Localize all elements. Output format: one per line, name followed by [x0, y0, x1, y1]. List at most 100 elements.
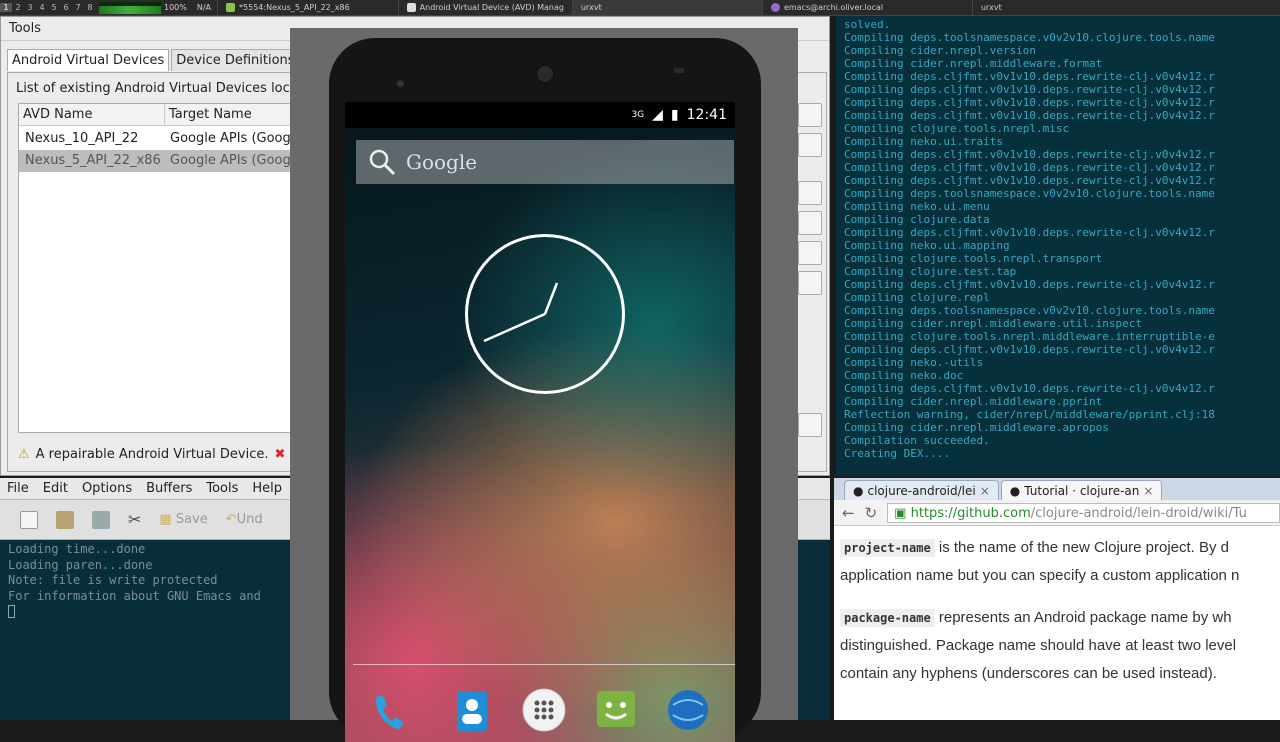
url-bar[interactable]: ▣ https://github.com/clojure-android/lei… — [887, 502, 1280, 523]
messaging-app-icon[interactable] — [593, 687, 639, 733]
terminal-line: Compiling deps.cljfmt.v0v1v10.deps.rewri… — [844, 96, 1215, 109]
status-bar: 3G ◢ ▮ 12:41 — [345, 102, 735, 128]
legend-repairable: A repairable Android Virtual Device. — [35, 447, 269, 462]
terminal-line: Compiling deps.cljfmt.v0v1v10.deps.rewri… — [844, 70, 1215, 83]
workspace-5[interactable]: 5 — [48, 3, 60, 12]
terminal-line: Compiling deps.cljfmt.v0v1v10.deps.rewri… — [844, 148, 1215, 161]
workspace-8[interactable]: 8 — [84, 3, 96, 12]
browser-tab[interactable]: ● clojure-android/lei × — [844, 480, 999, 500]
tab-android-virtual-devices[interactable]: Android Virtual Devices — [7, 49, 170, 71]
terminal-line: Compiling neko.ui.menu — [844, 200, 990, 213]
phone-screen[interactable]: 3G ◢ ▮ 12:41 Google — [345, 102, 735, 742]
paragraph-text: is the name of the new Clojure project. … — [938, 539, 1230, 556]
cut-icon[interactable]: ✂ — [128, 510, 141, 529]
buffer-line: Loading paren...done — [8, 557, 153, 572]
task-urxvt-1[interactable]: urxvt — [571, 0, 762, 15]
terminal-line: Compiling clojure.tools.nrepl.misc — [844, 122, 1070, 135]
terminal-output: solved. Compiling deps.toolsnamespace.v0v… — [836, 16, 1280, 460]
google-search-bar[interactable]: Google — [356, 140, 734, 184]
new-file-icon[interactable] — [20, 510, 38, 529]
contacts-app-icon[interactable] — [449, 687, 495, 733]
terminal-line: Compiling neko.ui.mapping — [844, 239, 1010, 252]
target-cell: Google APIs (Google — [170, 131, 303, 146]
tab-device-definitions[interactable]: Device Definitions — [171, 49, 300, 71]
workspace-1[interactable]: 1 — [0, 3, 12, 12]
avd-action-button[interactable] — [798, 181, 822, 205]
page-content: project-name is the name of the new Cloj… — [834, 526, 1280, 696]
avd-tabs: Android Virtual Devices Device Definitio… — [7, 49, 302, 71]
menu-options[interactable]: Options — [82, 481, 132, 496]
android-icon — [226, 3, 236, 12]
undo-icon: ↶ — [225, 512, 237, 527]
window-icon — [406, 3, 416, 12]
workspace-6[interactable]: 6 — [60, 3, 72, 12]
paragraph-text: distinguished. Package name should have … — [840, 637, 1237, 654]
battery-icon: ▮ — [670, 107, 679, 123]
sensor-dot — [397, 80, 404, 87]
close-icon[interactable]: × — [1143, 484, 1153, 498]
open-folder-icon[interactable] — [56, 510, 74, 529]
paragraph-text: represents an Android package name by wh — [938, 609, 1232, 626]
terminal-line: Compiling clojure.repl — [844, 291, 990, 304]
menu-edit[interactable]: Edit — [43, 481, 68, 496]
avd-action-button[interactable] — [798, 103, 822, 127]
browser-window: ● clojure-android/lei × ● Tutorial · clo… — [834, 478, 1280, 720]
terminal-window[interactable]: solved. Compiling deps.toolsnamespace.v0v… — [836, 16, 1280, 476]
terminal-line: Compiling clojure.tools.nrepl.transport — [844, 252, 1103, 265]
lock-icon: ▣ — [894, 505, 911, 521]
error-icon: ✖ — [274, 447, 286, 462]
url-host: https://github.com — [910, 505, 1031, 521]
undo-button[interactable]: ↶Und — [226, 512, 263, 527]
save-icon: ▦ — [159, 512, 176, 527]
tab-title: clojure-android/lei — [867, 483, 976, 498]
workspace-3[interactable]: 3 — [24, 3, 36, 12]
back-icon[interactable]: ← — [842, 504, 855, 522]
terminal-line: Compiling clojure.tools.nrepl.middleware… — [844, 330, 1215, 343]
avd-name-cell: Nexus_10_API_22 — [25, 131, 139, 146]
front-camera — [535, 64, 555, 84]
task-avd-manager[interactable]: Android Virtual Device (AVD) Manag — [397, 0, 572, 15]
reload-icon[interactable]: ↻ — [865, 504, 878, 522]
task-emacs[interactable]: emacs@archi.oliver.local — [761, 0, 972, 15]
menu-tools[interactable]: Tools — [206, 481, 238, 496]
warning-icon: ⚠ — [18, 447, 30, 462]
workspace-2[interactable]: 2 — [12, 3, 24, 12]
close-icon[interactable]: × — [980, 484, 990, 498]
app-drawer-icon[interactable] — [521, 687, 567, 733]
terminal-line: solved. — [844, 18, 891, 31]
save-button[interactable]: ▦ Save — [159, 512, 207, 527]
browser-tab[interactable]: ● Tutorial · clojure-an × — [1000, 480, 1163, 500]
menu-file[interactable]: File — [7, 481, 29, 496]
phone-app-icon[interactable] — [367, 687, 413, 733]
terminal-line: Compiling deps.toolsnamespace.v0v2v10.cl… — [844, 31, 1215, 44]
terminal-line: Compiling deps.cljfmt.v0v1v10.deps.rewri… — [844, 161, 1215, 174]
avd-name-cell: Nexus_5_API_22_x86 — [25, 153, 161, 168]
task-emulator[interactable]: *5554:Nexus_5_API_22_x86 — [217, 0, 358, 15]
terminal-line: Compiling cider.nrepl.middleware.util.in… — [844, 317, 1143, 330]
column-avd-name[interactable]: AVD Name — [19, 104, 165, 126]
terminal-line: Reflection warning, cider/nrepl/middlewa… — [844, 408, 1215, 421]
avd-action-button[interactable] — [798, 271, 822, 295]
battery-label: 100% — [164, 3, 187, 12]
workspace-7[interactable]: 7 — [72, 3, 84, 12]
avd-action-button[interactable] — [798, 211, 822, 235]
menu-help[interactable]: Help — [252, 481, 282, 496]
task-label: emacs@archi.oliver.local — [783, 3, 884, 12]
avd-legend: ⚠ A repairable Android Virtual Device. ✖… — [18, 447, 309, 462]
buffer-line: For information about GNU Emacs and — [8, 588, 261, 603]
analog-clock-widget[interactable] — [465, 234, 625, 394]
cpu-graph — [99, 1, 161, 14]
buffer-line: Note: file is write protected — [8, 573, 218, 587]
close-buffer-icon[interactable] — [92, 510, 110, 529]
browser-app-icon[interactable] — [665, 687, 711, 733]
search-placeholder: Google — [406, 150, 478, 174]
task-urxvt-2[interactable]: urxvt — [971, 0, 1010, 15]
workspace-4[interactable]: 4 — [36, 3, 48, 12]
avd-action-button[interactable] — [798, 133, 822, 157]
menu-buffers[interactable]: Buffers — [146, 481, 192, 496]
terminal-line: Compiling deps.toolsnamespace.v0v2v10.cl… — [844, 304, 1215, 317]
url-path: /clojure-android/lein-droid/wiki/Tu — [1030, 505, 1247, 521]
refresh-button[interactable] — [798, 413, 822, 437]
avd-action-button[interactable] — [798, 241, 822, 265]
menu-tools[interactable]: Tools — [9, 21, 41, 36]
